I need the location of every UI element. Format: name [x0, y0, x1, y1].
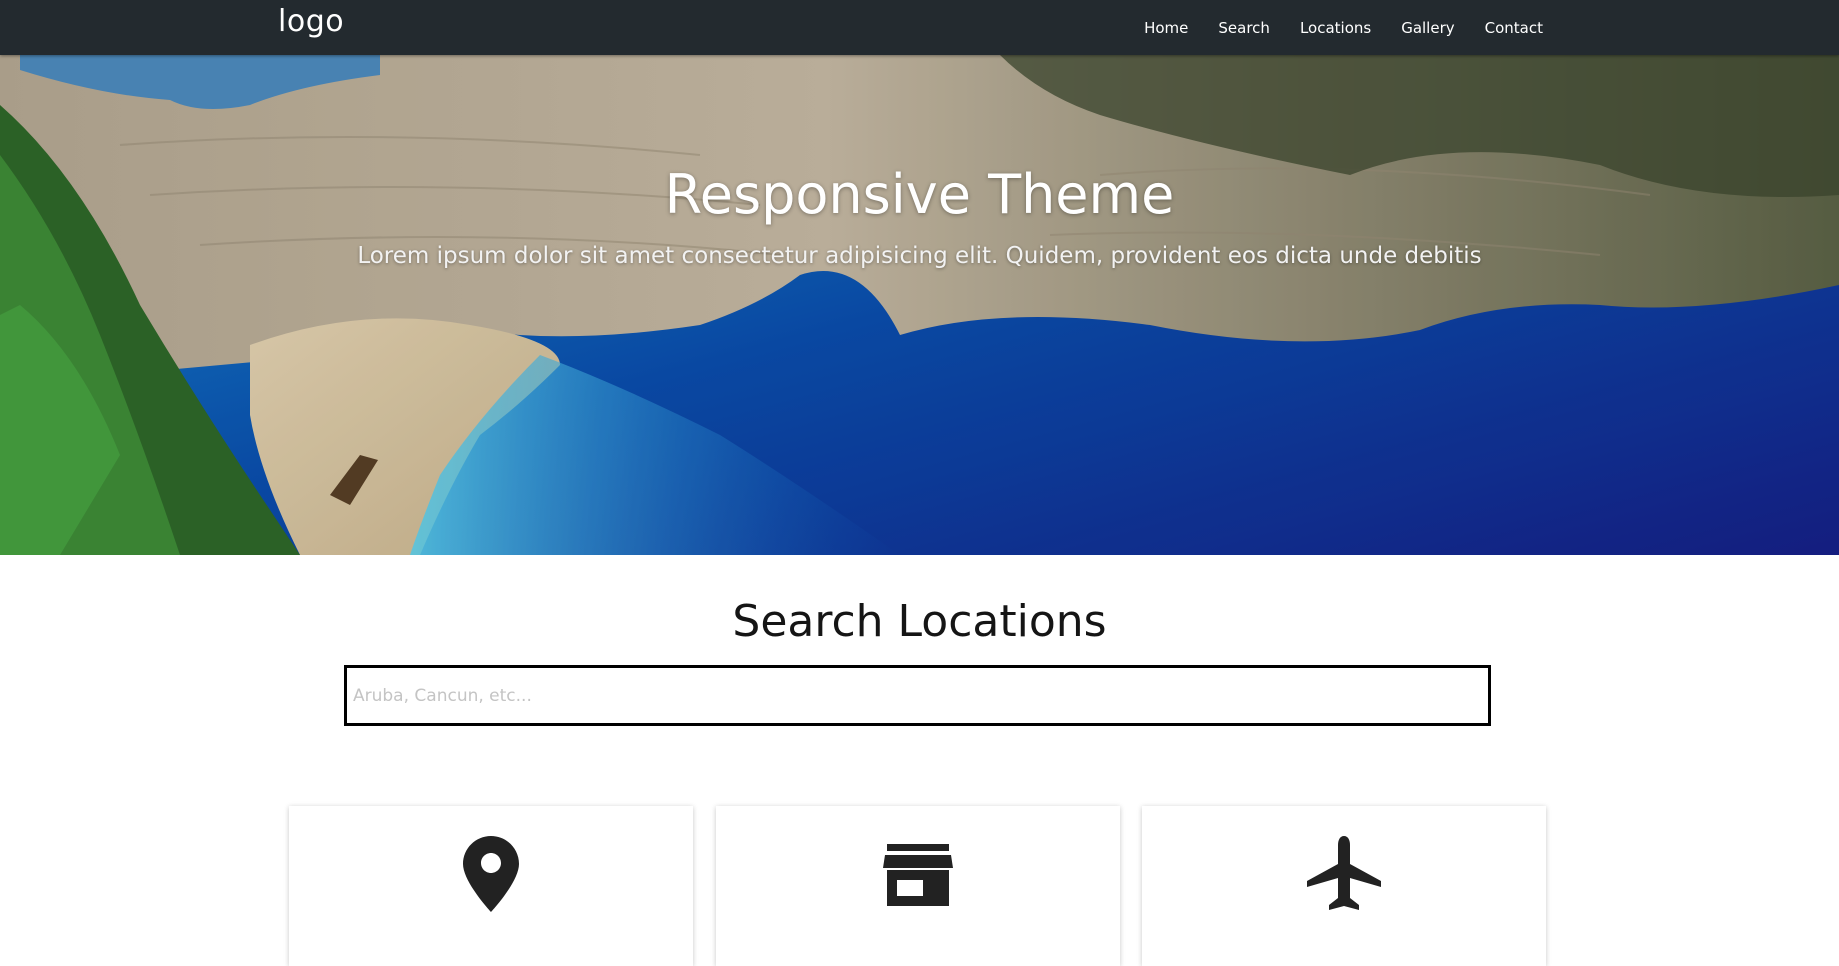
nav-links: Home Search Locations Gallery Contact	[1114, 0, 1543, 55]
nav-link-locations[interactable]: Locations	[1300, 19, 1371, 37]
logo[interactable]: logo	[278, 4, 344, 39]
search-input[interactable]	[344, 665, 1491, 726]
nav-link-contact[interactable]: Contact	[1485, 19, 1543, 37]
hero-section: Responsive Theme Lorem ipsum dolor sit a…	[0, 55, 1839, 555]
hero-title: Responsive Theme	[664, 163, 1175, 226]
hero-background-image	[0, 55, 1839, 555]
nav-link-gallery[interactable]: Gallery	[1401, 19, 1454, 37]
search-section-title: Search Locations	[732, 596, 1107, 647]
nav-link-search[interactable]: Search	[1218, 19, 1270, 37]
airplane-icon	[1142, 836, 1546, 916]
feature-card-locations	[289, 806, 693, 966]
nav-link-home[interactable]: Home	[1144, 19, 1188, 37]
feature-card-flights	[1142, 806, 1546, 966]
navbar: logo Home Search Locations Gallery Conta…	[0, 0, 1839, 55]
map-marker-icon	[289, 836, 693, 916]
feature-card-stores	[716, 806, 1120, 966]
store-icon	[716, 836, 1120, 916]
hero-subtitle: Lorem ipsum dolor sit amet consectetur a…	[357, 243, 1482, 269]
